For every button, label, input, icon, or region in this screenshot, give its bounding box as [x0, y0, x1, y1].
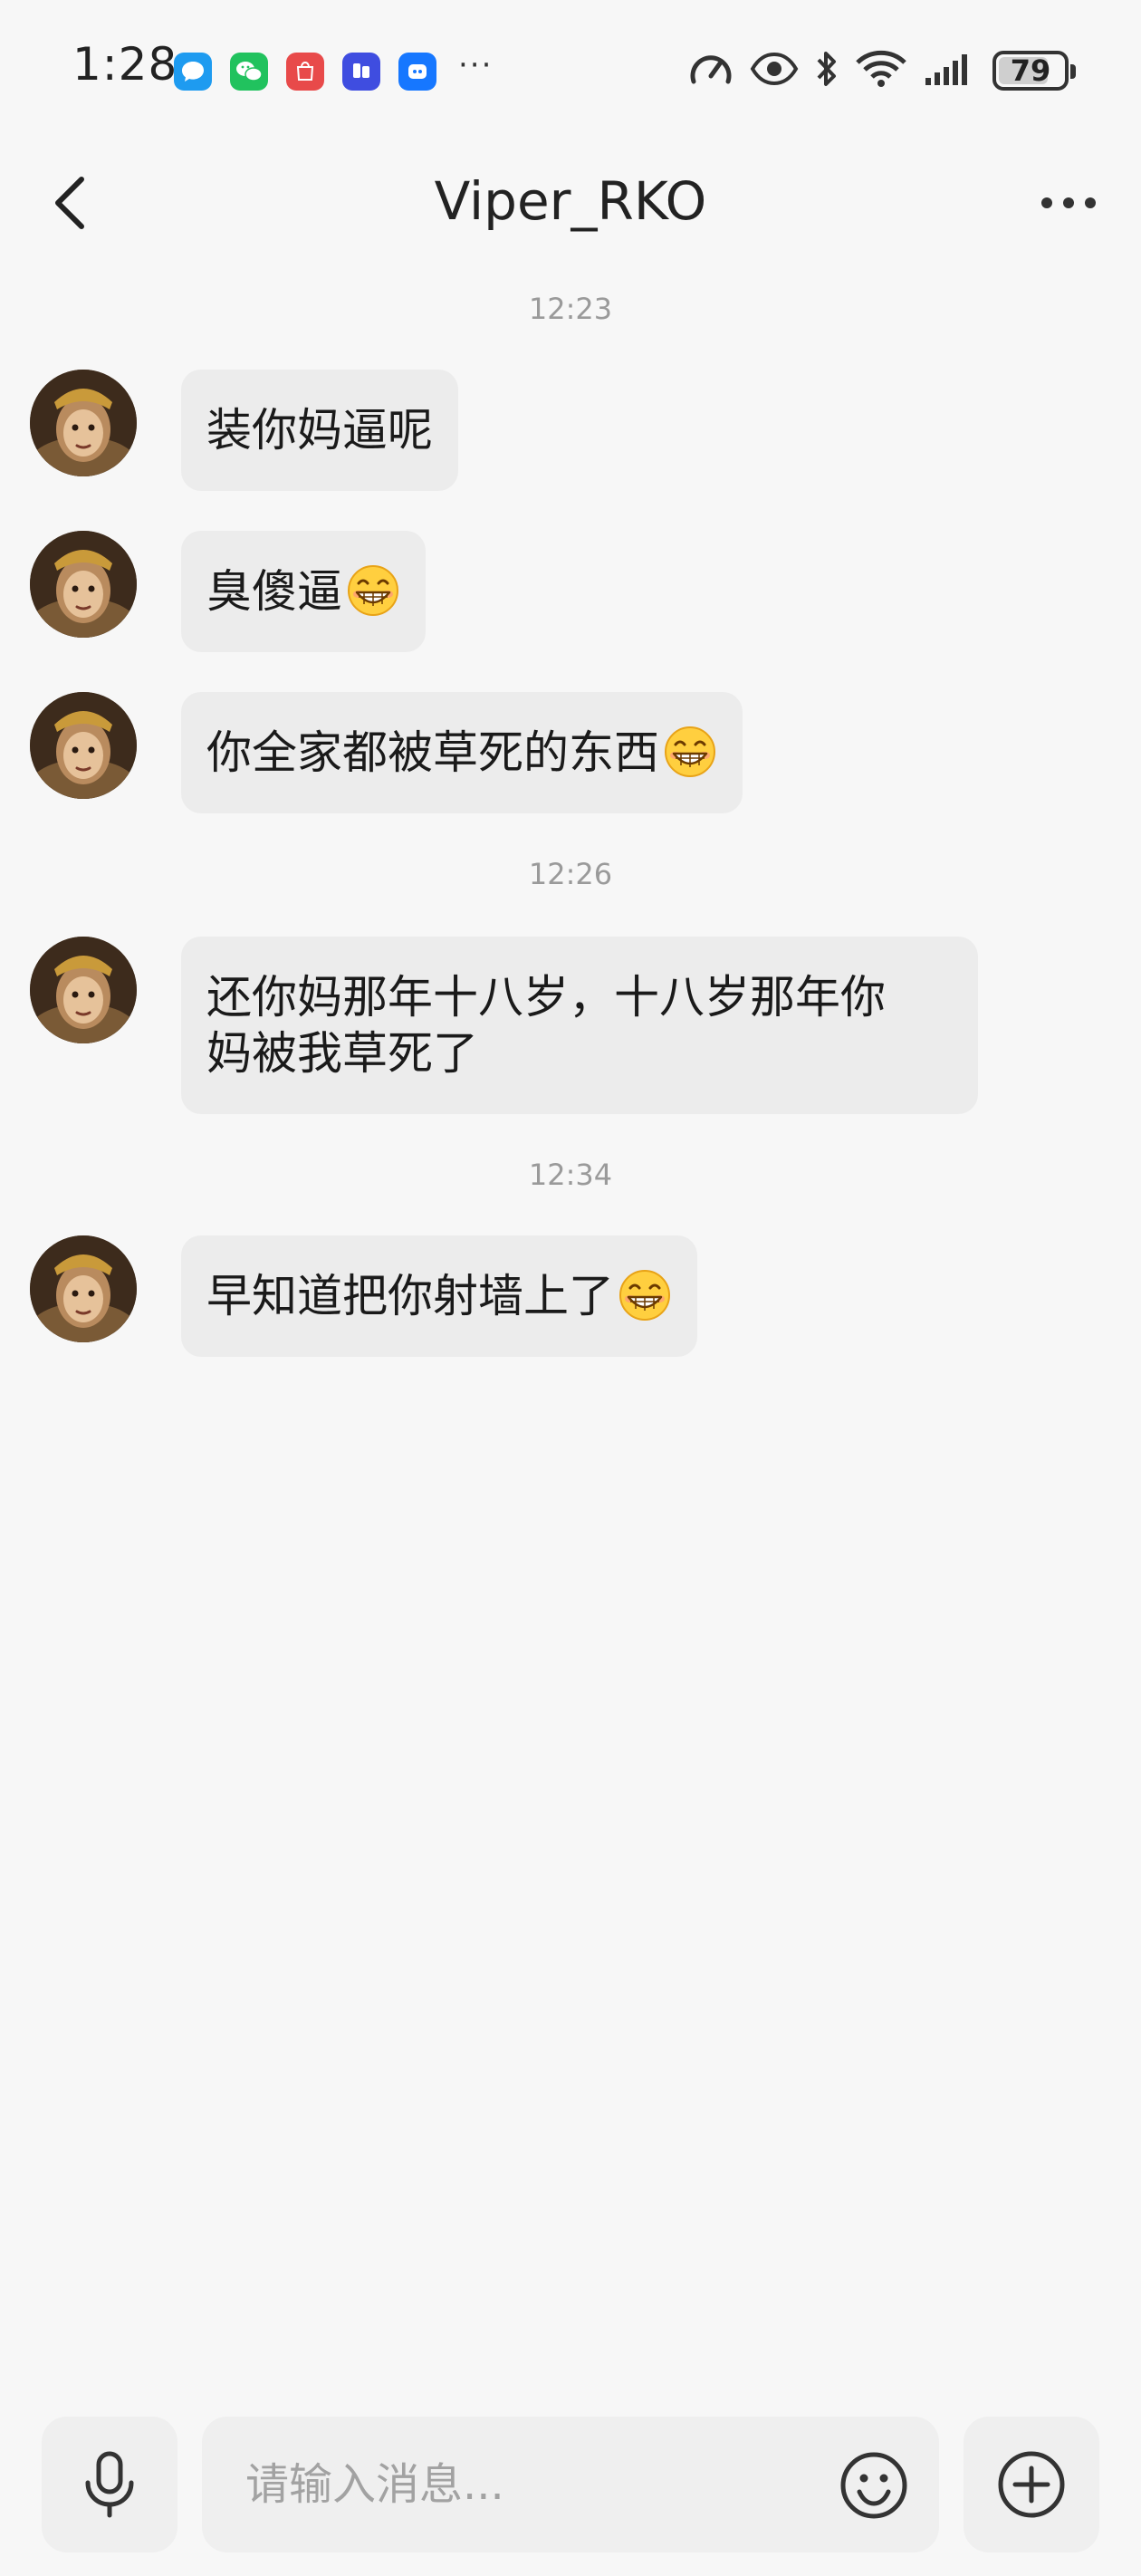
message-text: 早知道把你射墙上了: [206, 1270, 614, 1322]
input-bar: [0, 2391, 1141, 2576]
avatar[interactable]: [30, 692, 137, 799]
more-horizontal-icon: [1041, 197, 1096, 208]
grin-emoji: [663, 725, 717, 779]
app-icon: [398, 53, 436, 91]
message-bubble[interactable]: 臭傻逼: [181, 531, 426, 652]
smiley-icon: [840, 2452, 907, 2519]
status-bar: 1:28 ··· 79: [0, 0, 1141, 136]
wifi-icon: [855, 49, 907, 92]
message-bubble[interactable]: 早知道把你射墙上了: [181, 1235, 697, 1357]
message-timestamp: 12:26: [528, 857, 613, 891]
messages-icon: [174, 53, 212, 91]
signal-icon: [924, 51, 976, 91]
message-text: 还你妈那年十八岁，十八岁那年你 妈被我草死了: [206, 971, 886, 1080]
eye-comfort-icon: [750, 51, 799, 91]
message-text: 臭傻逼: [206, 565, 342, 618]
message-input[interactable]: [245, 2417, 789, 2552]
wechat-icon: [230, 53, 268, 91]
huawei-appgallery-icon: [286, 53, 324, 91]
message-timestamp: 12:23: [528, 292, 613, 326]
microphone-icon: [85, 2451, 134, 2518]
message-text: 你全家都被草死的东西: [206, 726, 659, 779]
tieba-icon: [342, 53, 380, 91]
chat-screen: 1:28 ··· 79 Viper_RKO 12:23 装你妈逼呢 臭傻逼 你全…: [0, 0, 1141, 2576]
battery-level: 79: [1010, 53, 1051, 88]
message-bubble[interactable]: 你全家都被草死的东西: [181, 692, 743, 813]
system-icons: 79: [688, 49, 1076, 92]
grin-emoji: [618, 1268, 672, 1322]
avatar[interactable]: [30, 937, 137, 1043]
message-timestamp: 12:34: [528, 1158, 613, 1192]
message-bubble[interactable]: 装你妈逼呢: [181, 370, 458, 491]
avatar[interactable]: [30, 1235, 137, 1342]
avatar[interactable]: [30, 370, 137, 476]
more-notifications: ···: [458, 47, 494, 83]
message-text: 装你妈逼呢: [206, 404, 433, 457]
message-input-field[interactable]: [202, 2417, 939, 2552]
chat-header: Viper_RKO: [0, 136, 1141, 272]
notification-icons: ···: [174, 47, 493, 91]
status-time: 1:28: [72, 38, 178, 91]
avatar[interactable]: [30, 531, 137, 638]
more-options-button[interactable]: [1032, 170, 1105, 235]
bluetooth-icon: [815, 49, 839, 92]
data-speed-icon: [688, 49, 734, 92]
page-title: Viper_RKO: [434, 170, 707, 232]
message-bubble[interactable]: 还你妈那年十八岁，十八岁那年你 妈被我草死了: [181, 937, 978, 1114]
more-actions-button[interactable]: [964, 2417, 1099, 2552]
grin-emoji: [346, 563, 400, 618]
battery-icon: 79: [992, 51, 1076, 91]
plus-circle-icon: [998, 2451, 1065, 2518]
emoji-button[interactable]: [838, 2449, 910, 2522]
voice-input-button[interactable]: [42, 2417, 177, 2552]
